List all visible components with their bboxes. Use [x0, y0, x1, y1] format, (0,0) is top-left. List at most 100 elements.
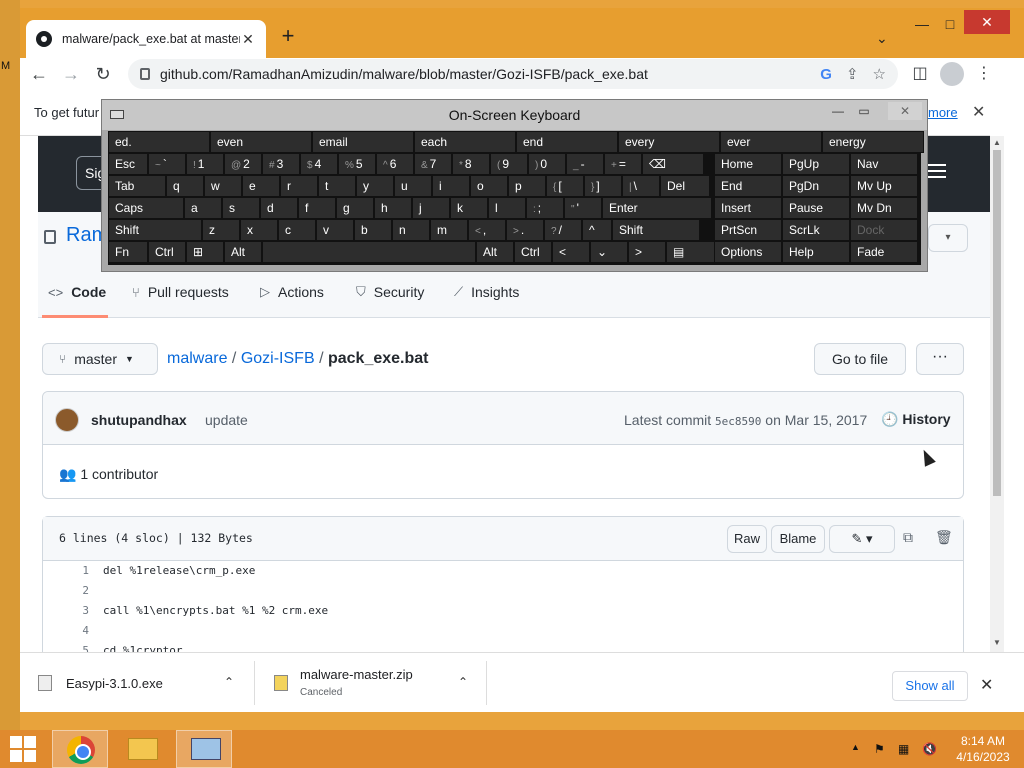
- tab-search-button[interactable]: ⌄: [876, 30, 888, 47]
- chrome-menu-icon[interactable]: ⋮: [972, 62, 996, 86]
- branch-selector[interactable]: ⑂ master ▼: [42, 343, 158, 375]
- osk-key[interactable]: #3: [262, 153, 300, 175]
- volume-muted-icon[interactable]: 🔇: [922, 742, 937, 756]
- osk-key[interactable]: :;: [526, 197, 564, 219]
- osk-nav-key[interactable]: Pause: [782, 197, 850, 219]
- osk-key[interactable]: {[: [546, 175, 584, 197]
- osk-key[interactable]: <,: [468, 219, 506, 241]
- osk-key[interactable]: ! 1: [186, 153, 224, 175]
- back-button[interactable]: ←: [26, 62, 52, 86]
- tray-overflow-icon[interactable]: ▲: [851, 742, 860, 752]
- osk-spacebar[interactable]: [262, 241, 476, 263]
- osk-suggestion[interactable]: every: [618, 131, 720, 153]
- tab-close-button[interactable]: ✕: [240, 31, 256, 48]
- download-item[interactable]: Easypi-3.1.0.exe ⌃: [20, 653, 250, 712]
- osk-key[interactable]: & 7: [414, 153, 452, 175]
- tab-code[interactable]: <> Code: [48, 284, 106, 300]
- scroll-up-arrow[interactable]: ▲: [990, 138, 1004, 150]
- osk-key[interactable]: t: [318, 175, 356, 197]
- osk-nav-key[interactable]: Home: [714, 153, 782, 175]
- osk-suggestion[interactable]: email: [312, 131, 414, 153]
- osk-key[interactable]: Ctrl: [514, 241, 552, 263]
- osk-suggestion[interactable]: each: [414, 131, 516, 153]
- window-close-button[interactable]: ✕: [964, 10, 1010, 34]
- osk-key[interactable]: Del: [660, 175, 710, 197]
- osk-key[interactable]: Fn: [108, 241, 148, 263]
- osk-nav-key[interactable]: Mv Dn: [850, 197, 918, 219]
- contributors-link[interactable]: 👥 1 contributor: [59, 466, 158, 483]
- network-icon[interactable]: ▦: [898, 742, 909, 756]
- osk-key[interactable]: Caps: [108, 197, 184, 219]
- download-item[interactable]: malware-master.zip Canceled ⌃: [256, 653, 486, 712]
- osk-key[interactable]: c: [278, 219, 316, 241]
- copy-icon[interactable]: ⧉: [903, 529, 913, 546]
- osk-key[interactable]: ⊞: [186, 241, 224, 263]
- line-number[interactable]: 2: [43, 581, 89, 601]
- osk-nav-key[interactable]: Fade: [850, 241, 918, 263]
- osk-key[interactable]: Esc: [108, 153, 148, 175]
- page-scrollbar[interactable]: ▲ ▼: [990, 136, 1004, 652]
- line-number[interactable]: 4: [43, 621, 89, 641]
- osk-key[interactable]: Shift: [612, 219, 700, 241]
- scroll-down-arrow[interactable]: ▼: [990, 638, 1004, 650]
- author-avatar[interactable]: [55, 408, 79, 432]
- edit-button[interactable]: ✎ ▾: [829, 525, 895, 553]
- raw-button[interactable]: Raw: [727, 525, 767, 553]
- osk-key[interactable]: i: [432, 175, 470, 197]
- new-tab-button[interactable]: +: [276, 24, 300, 48]
- commit-author-link[interactable]: shutupandhax: [91, 412, 187, 428]
- osk-key[interactable]: j: [412, 197, 450, 219]
- osk-suggestion[interactable]: end: [516, 131, 618, 153]
- osk-suggestion[interactable]: ed.: [108, 131, 210, 153]
- line-number[interactable]: 1: [43, 561, 89, 581]
- share-icon[interactable]: ⇪: [846, 65, 859, 83]
- osk-nav-key[interactable]: Mv Up: [850, 175, 918, 197]
- browser-tab[interactable]: malware/pack_exe.bat at master ✕: [26, 20, 266, 58]
- close-shelf-button[interactable]: ✕: [980, 675, 993, 695]
- osk-key[interactable]: h: [374, 197, 412, 219]
- osk-close-button[interactable]: ✕: [888, 102, 922, 120]
- osk-suggestion[interactable]: energy: [822, 131, 924, 153]
- osk-key[interactable]: e: [242, 175, 280, 197]
- osk-key[interactable]: a: [184, 197, 222, 219]
- osk-key[interactable]: l: [488, 197, 526, 219]
- osk-maximize-button[interactable]: ▭: [854, 104, 874, 118]
- osk-key[interactable]: ^ 6: [376, 153, 414, 175]
- osk-key[interactable]: Enter: [602, 197, 712, 219]
- address-bar[interactable]: github.com/RamadhanAmizudin/malware/blob…: [128, 59, 898, 89]
- scroll-thumb[interactable]: [993, 150, 1001, 496]
- download-options-chevron[interactable]: ⌃: [224, 675, 234, 689]
- show-all-downloads-button[interactable]: Show all: [892, 671, 968, 701]
- osk-key[interactable]: >: [628, 241, 666, 263]
- osk-key[interactable]: Tab: [108, 175, 166, 197]
- osk-nav-key[interactable]: Dock: [850, 219, 918, 241]
- go-to-file-button[interactable]: Go to file: [814, 343, 906, 375]
- osk-title-bar[interactable]: On-Screen Keyboard — ▭ ✕: [102, 100, 927, 130]
- osk-nav-key[interactable]: Help: [782, 241, 850, 263]
- osk-key[interactable]: (9: [490, 153, 528, 175]
- osk-key[interactable]: Ctrl: [148, 241, 186, 263]
- osk-key[interactable]: ⌫: [642, 153, 704, 175]
- taskbar-clock[interactable]: 8:14 AM 4/16/2023: [948, 733, 1018, 765]
- tab-security[interactable]: ⛉ Security: [356, 284, 424, 300]
- breadcrumb-repo-link[interactable]: malware: [167, 350, 227, 367]
- side-panel-icon[interactable]: ◫: [908, 62, 932, 86]
- tab-pull-requests[interactable]: ⑂ Pull requests: [132, 284, 229, 300]
- osk-key[interactable]: }]: [584, 175, 622, 197]
- osk-key[interactable]: s: [222, 197, 260, 219]
- profile-avatar[interactable]: [940, 62, 964, 86]
- osk-key[interactable]: % 5: [338, 153, 376, 175]
- bookmark-star-icon[interactable]: ☆: [873, 65, 886, 83]
- osk-suggestion[interactable]: even: [210, 131, 312, 153]
- osk-key[interactable]: ⌄: [590, 241, 628, 263]
- osk-key[interactable]: Shift: [108, 219, 202, 241]
- osk-key[interactable]: f: [298, 197, 336, 219]
- minimize-button[interactable]: —: [910, 14, 934, 34]
- osk-key[interactable]: | \: [622, 175, 660, 197]
- blame-button[interactable]: Blame: [771, 525, 825, 553]
- osk-key[interactable]: " ': [564, 197, 602, 219]
- tab-actions[interactable]: ▷ Actions: [260, 284, 324, 300]
- banner-learn-more-link[interactable]: more: [928, 105, 958, 120]
- line-number[interactable]: 3: [43, 601, 89, 621]
- osk-key[interactable]: m: [430, 219, 468, 241]
